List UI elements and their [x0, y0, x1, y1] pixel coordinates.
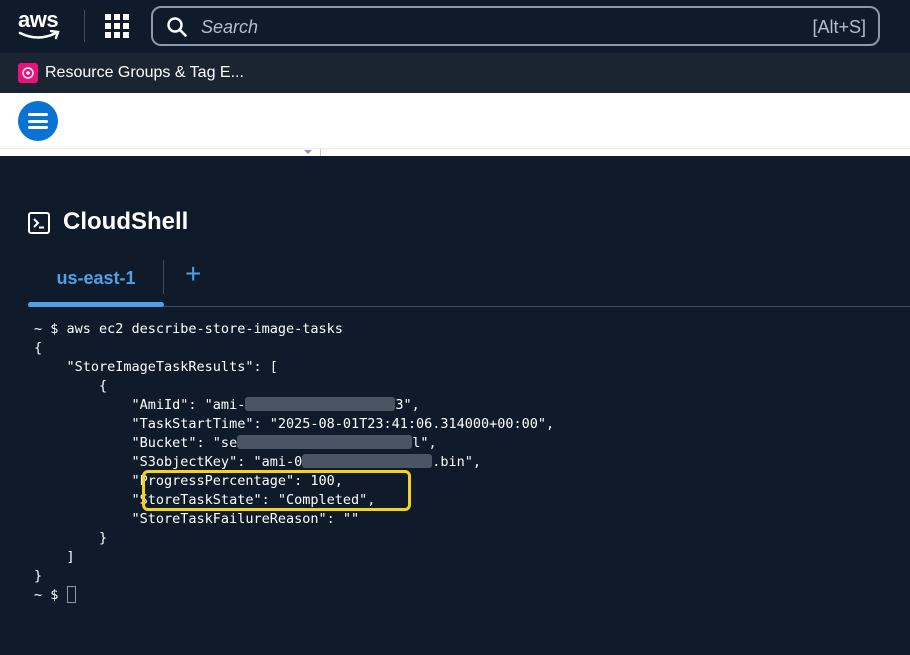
- panel-resize-handle[interactable]: [0, 148, 910, 157]
- resize-caret-icon: [304, 150, 312, 154]
- highlight-box: [142, 470, 411, 511]
- favorites-bar: Resource Groups & Tag E...: [0, 53, 910, 93]
- cloudshell-title: CloudShell: [63, 208, 189, 235]
- terminal-cursor[interactable]: [66, 586, 76, 603]
- favorite-resource-groups[interactable]: Resource Groups & Tag E...: [45, 64, 244, 82]
- search-shortcut: [Alt+S]: [812, 17, 866, 37]
- console-content-header: [0, 93, 910, 148]
- terminal-line: "StoreImageTaskResults": [: [34, 359, 278, 375]
- menu-icon[interactable]: [18, 101, 58, 141]
- terminal-line: "AmiId": "ami- 3",: [34, 396, 904, 415]
- aws-logo[interactable]: aws: [18, 8, 64, 42]
- terminal-line: {: [34, 378, 108, 394]
- redacted-value: [302, 454, 433, 468]
- grid-icon[interactable]: [105, 14, 129, 38]
- add-icon[interactable]: +: [185, 259, 201, 289]
- terminal-line: "TaskStartTime": "2025-08-01T23:41:06.31…: [34, 416, 555, 432]
- bucket-key: "Bucket": "se: [34, 435, 238, 451]
- search-icon: [167, 17, 187, 37]
- aws-smile-icon: [18, 30, 60, 40]
- active-tab-indicator: [28, 302, 164, 307]
- ami-id-key: "AmiId": "ami-: [34, 397, 246, 413]
- search-input[interactable]: Search [Alt+S]: [151, 6, 880, 46]
- terminal-icon: [28, 212, 50, 234]
- search-placeholder: Search: [201, 17, 259, 37]
- tab-label: us-east-1: [56, 268, 136, 288]
- terminal-line: ~ $ aws ec2 describe-store-image-tasks: [34, 321, 343, 337]
- terminal-prompt-line: ~ $: [34, 586, 904, 605]
- top-navigation: aws Search [Alt+S]: [0, 0, 910, 53]
- resource-groups-icon: [18, 63, 38, 83]
- tab-us-east-1[interactable]: us-east-1: [28, 256, 164, 308]
- terminal-line: {: [34, 340, 43, 356]
- terminal-prompt: ~ $: [34, 587, 67, 603]
- redacted-value: [245, 397, 396, 411]
- aws-logo-text: aws: [18, 7, 59, 32]
- terminal-line: }: [34, 568, 43, 584]
- redacted-value: [237, 435, 413, 449]
- terminal-line: ]: [34, 549, 75, 565]
- nav-divider: [84, 10, 85, 42]
- bucket-tail: l",: [412, 435, 437, 451]
- terminal-output[interactable]: ~ $ aws ec2 describe-store-image-tasks {…: [34, 320, 904, 605]
- terminal-line: "Bucket": "se l",: [34, 434, 904, 453]
- tab-separator: [163, 260, 164, 294]
- s3-object-tail: .bin",: [432, 454, 481, 470]
- ami-id-tail: 3",: [395, 397, 420, 413]
- s3-object-key: "S3objectKey": "ami-0: [34, 454, 303, 470]
- terminal-line: }: [34, 530, 108, 546]
- terminal-line: "StoreTaskFailureReason": "": [34, 511, 360, 527]
